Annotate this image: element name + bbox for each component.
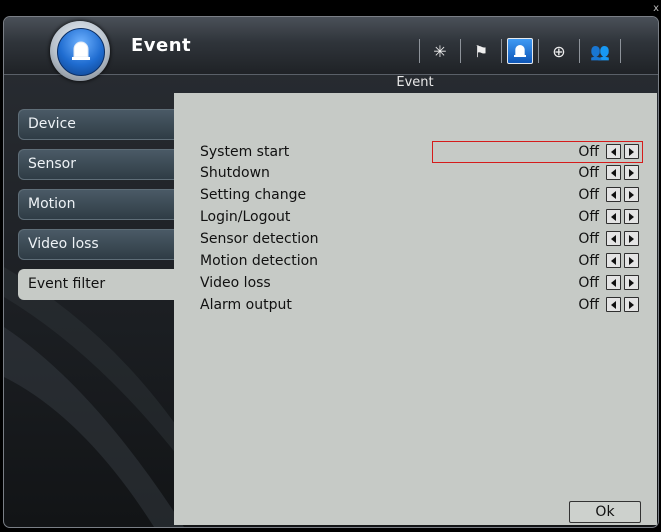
sidebar-item-device[interactable]: Device bbox=[18, 109, 188, 140]
previous-value-button[interactable] bbox=[606, 253, 621, 268]
arrow-right-icon bbox=[629, 190, 634, 199]
event-row-motion-detection: Motion detection Off bbox=[200, 251, 645, 272]
arrow-left-icon bbox=[611, 256, 616, 265]
event-value: Off bbox=[578, 253, 599, 269]
sidebar-item-event-filter[interactable]: Event filter bbox=[18, 269, 188, 300]
next-value-button[interactable] bbox=[624, 253, 639, 268]
event-row-system-start: System start Off bbox=[200, 142, 645, 163]
sidebar-item-motion[interactable]: Motion bbox=[18, 189, 188, 220]
event-row-sensor-detection: Sensor detection Off bbox=[200, 229, 645, 250]
arrow-right-icon bbox=[629, 278, 634, 287]
dialog-frame: Event ✳ ⚑ ⊕ 👥 Event Device Sensor Motion… bbox=[3, 16, 659, 528]
globe-icon[interactable]: ⊕ bbox=[544, 37, 574, 65]
event-value: Off bbox=[578, 187, 599, 203]
event-label: Shutdown bbox=[200, 165, 270, 181]
header-bar: Event ✳ ⚑ ⊕ 👥 bbox=[4, 17, 658, 81]
arrow-right-icon bbox=[629, 168, 634, 177]
previous-value-button[interactable] bbox=[606, 144, 621, 159]
previous-value-button[interactable] bbox=[606, 275, 621, 290]
event-label: Setting change bbox=[200, 187, 307, 203]
arrow-left-icon bbox=[611, 190, 616, 199]
arrow-left-icon bbox=[611, 278, 616, 287]
previous-value-button[interactable] bbox=[606, 165, 621, 180]
event-value: Off bbox=[578, 144, 599, 160]
arrow-left-icon bbox=[611, 300, 616, 309]
alarm-light-icon bbox=[72, 41, 90, 60]
arrow-right-icon bbox=[629, 212, 634, 221]
arrow-right-icon bbox=[629, 256, 634, 265]
event-value: Off bbox=[578, 297, 599, 313]
event-row-alarm-output: Alarm output Off bbox=[200, 295, 645, 316]
event-label: Motion detection bbox=[200, 253, 319, 269]
event-row-video-loss: Video loss Off bbox=[200, 273, 645, 294]
previous-value-button[interactable] bbox=[606, 209, 621, 224]
previous-value-button[interactable] bbox=[606, 231, 621, 246]
event-label: System start bbox=[200, 144, 290, 160]
next-value-button[interactable] bbox=[624, 165, 639, 180]
event-label: Video loss bbox=[200, 275, 271, 291]
toolbar: ✳ ⚑ ⊕ 👥 bbox=[414, 37, 626, 65]
next-value-button[interactable] bbox=[624, 297, 639, 312]
close-icon[interactable]: x bbox=[653, 4, 659, 14]
arrow-left-icon bbox=[611, 212, 616, 221]
flag-icon[interactable]: ⚑ bbox=[466, 37, 496, 65]
event-value: Off bbox=[578, 231, 599, 247]
previous-value-button[interactable] bbox=[606, 297, 621, 312]
sidebar-item-video-loss[interactable]: Video loss bbox=[18, 229, 188, 260]
arrow-left-icon bbox=[611, 234, 616, 243]
sidebar-item-sensor[interactable]: Sensor bbox=[18, 149, 188, 180]
event-value: Off bbox=[578, 209, 599, 225]
arrow-right-icon bbox=[629, 147, 634, 156]
next-value-button[interactable] bbox=[624, 144, 639, 159]
arrow-left-icon bbox=[611, 147, 616, 156]
event-label: Alarm output bbox=[200, 297, 292, 313]
users-icon[interactable]: 👥 bbox=[585, 37, 615, 65]
next-value-button[interactable] bbox=[624, 275, 639, 290]
event-row-shutdown: Shutdown Off bbox=[200, 163, 645, 184]
event-value: Off bbox=[578, 275, 599, 291]
event-label: Login/Logout bbox=[200, 209, 291, 225]
next-value-button[interactable] bbox=[624, 231, 639, 246]
event-filter-panel: System start Off Shutdown Off Setting ch… bbox=[174, 93, 657, 525]
next-value-button[interactable] bbox=[624, 209, 639, 224]
event-row-setting-change: Setting change Off bbox=[200, 185, 645, 206]
event-label: Sensor detection bbox=[200, 231, 319, 247]
next-value-button[interactable] bbox=[624, 187, 639, 202]
arrow-left-icon bbox=[611, 168, 616, 177]
alarm-light-icon[interactable] bbox=[507, 38, 533, 64]
previous-value-button[interactable] bbox=[606, 187, 621, 202]
arrow-right-icon bbox=[629, 234, 634, 243]
section-title: Event bbox=[396, 75, 434, 90]
logo-badge bbox=[50, 21, 110, 81]
page-title: Event bbox=[131, 35, 192, 56]
spark-icon[interactable]: ✳ bbox=[425, 37, 455, 65]
event-value: Off bbox=[578, 165, 599, 181]
ok-button[interactable]: Ok bbox=[569, 501, 641, 523]
event-row-login-logout: Login/Logout Off bbox=[200, 207, 645, 228]
arrow-right-icon bbox=[629, 300, 634, 309]
